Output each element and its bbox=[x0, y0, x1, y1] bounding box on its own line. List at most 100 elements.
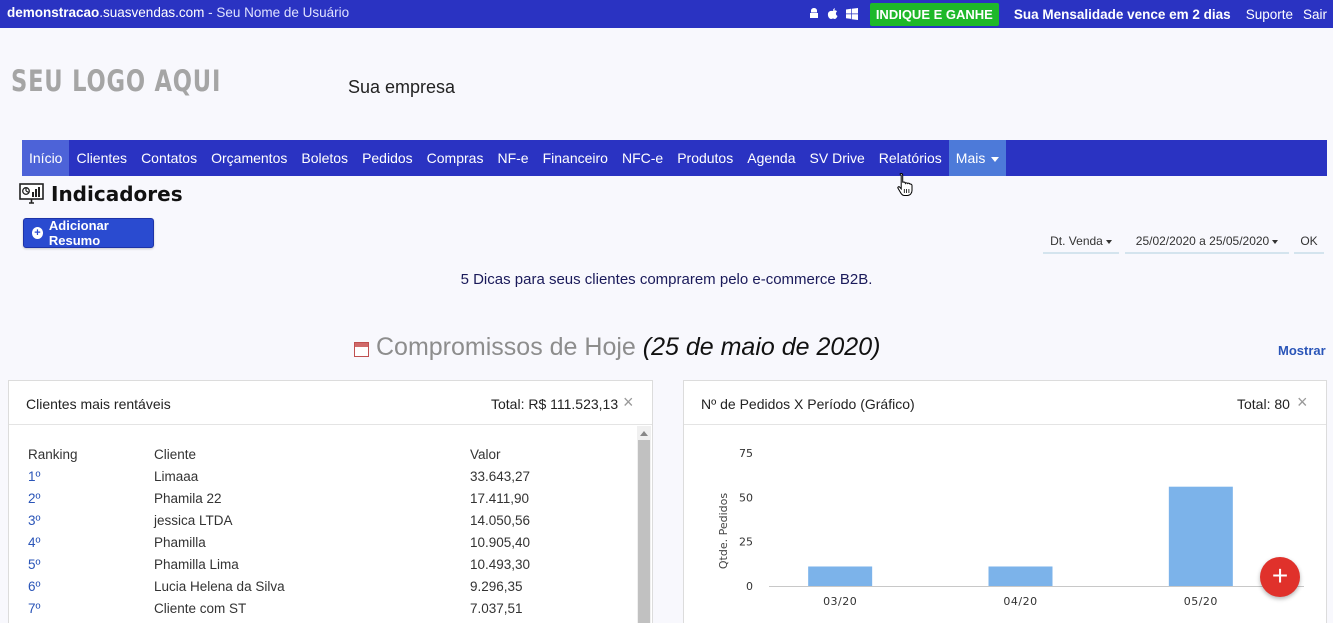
company-name: Sua empresa bbox=[348, 77, 456, 97]
client-value: 7.037,51 bbox=[470, 601, 523, 616]
scrollbar-thumb[interactable] bbox=[638, 440, 650, 623]
x-tick-label: 05/20 bbox=[1184, 595, 1218, 608]
client-value: 10.905,40 bbox=[470, 535, 531, 550]
column-header-ranking: Ranking bbox=[28, 447, 78, 462]
nav-item-mais-dropdown[interactable]: Mais bbox=[948, 140, 1007, 176]
rank-link[interactable]: 5º bbox=[28, 557, 40, 572]
panel-title: Nº de Pedidos X Período (Gráfico) bbox=[701, 396, 915, 412]
nav-item-clientes[interactable]: Clientes bbox=[69, 140, 134, 176]
y-tick-label: 25 bbox=[739, 536, 753, 549]
panel-total: Total: R$ 111.523,13 bbox=[491, 396, 619, 412]
panel-title: Clientes mais rentáveis bbox=[26, 396, 171, 412]
main-nav: Início Clientes Contatos Orçamentos Bole… bbox=[22, 140, 1327, 176]
tip-banner: 5 Dicas para seus clientes comprarem pel… bbox=[0, 271, 1333, 288]
date-type-label: Dt. Venda bbox=[1050, 234, 1103, 248]
nav-item-produtos[interactable]: Produtos bbox=[670, 140, 740, 176]
y-tick-label: 0 bbox=[746, 580, 753, 593]
calendar-icon bbox=[354, 342, 369, 357]
dashboard-monitor-icon bbox=[19, 183, 44, 204]
rank-link[interactable]: 3º bbox=[28, 513, 40, 528]
y-tick-label: 50 bbox=[739, 491, 753, 504]
bar bbox=[808, 566, 873, 586]
nav-item-agenda[interactable]: Agenda bbox=[740, 140, 802, 176]
android-icon[interactable] bbox=[808, 8, 820, 20]
compromissos-heading: Compromissos de Hoje (25 de maio de 2020… bbox=[354, 333, 880, 362]
nav-item-compras[interactable]: Compras bbox=[420, 140, 491, 176]
mensalidade-notice[interactable]: Sua Mensalidade vence em 2 dias bbox=[1014, 7, 1231, 22]
add-floating-button[interactable]: + bbox=[1260, 557, 1300, 597]
apple-icon[interactable] bbox=[827, 8, 839, 20]
pedidos-bar-chart: 0 25 50 75 Qtde. Pedidos 03/20 04/20 05/20 bbox=[717, 447, 1304, 608]
page-title: Indicadores bbox=[51, 182, 183, 206]
client-name: Phamilla bbox=[154, 535, 206, 550]
y-tick-label: 75 bbox=[739, 447, 753, 460]
indique-button[interactable]: INDIQUE E GANHE bbox=[869, 2, 999, 26]
date-range-label: 25/02/2020 a 25/05/2020 bbox=[1135, 234, 1270, 248]
rank-link[interactable]: 6º bbox=[28, 579, 40, 594]
client-name: jessica LTDA bbox=[154, 513, 233, 528]
column-header-valor: Valor bbox=[470, 447, 501, 462]
nav-item-orcamentos[interactable]: Orçamentos bbox=[204, 140, 294, 176]
nav-item-financeiro[interactable]: Financeiro bbox=[536, 140, 615, 176]
x-tick-label: 03/20 bbox=[823, 595, 857, 608]
sair-link[interactable]: Sair bbox=[1303, 7, 1327, 22]
caret-down-icon bbox=[1105, 239, 1112, 244]
client-value: 14.050,56 bbox=[470, 513, 531, 528]
panel-header: Nº de Pedidos X Período (Gráfico) Total:… bbox=[684, 381, 1326, 425]
top-bar-right: INDIQUE E GANHE Sua Mensalidade vence em… bbox=[808, 0, 1327, 28]
client-value: 9.296,35 bbox=[470, 579, 523, 594]
compromissos-label: Compromissos de Hoje bbox=[376, 333, 643, 361]
scroll-up-arrow-icon[interactable] bbox=[640, 431, 648, 436]
company-logo: SEU LOGO AQUI bbox=[11, 64, 222, 98]
date-type-dropdown[interactable]: Dt. Venda bbox=[1043, 229, 1119, 254]
clientes-panel: Clientes mais rentáveis Total: R$ 111.52… bbox=[8, 380, 653, 623]
rank-link[interactable]: 2º bbox=[28, 491, 40, 506]
mostrar-link[interactable]: Mostrar bbox=[1278, 343, 1326, 358]
user-name: - Seu Nome de Usuário bbox=[204, 5, 350, 20]
client-name: Cliente com ST bbox=[154, 601, 247, 616]
vertical-scrollbar[interactable] bbox=[637, 426, 651, 623]
nav-item-nfe[interactable]: NF-e bbox=[490, 140, 535, 176]
close-icon[interactable]: × bbox=[1297, 392, 1308, 413]
rank-link[interactable]: 4º bbox=[28, 535, 40, 550]
account-info: demonstracao.suasvendas.com - Seu Nome d… bbox=[7, 5, 349, 20]
windows-icon[interactable] bbox=[845, 8, 858, 20]
nav-item-pedidos[interactable]: Pedidos bbox=[355, 140, 420, 176]
client-name: Phamila 22 bbox=[154, 491, 222, 506]
nav-item-mais-label: Mais bbox=[955, 150, 986, 166]
nav-item-sv-drive[interactable]: SV Drive bbox=[803, 140, 872, 176]
x-tick-label: 04/20 bbox=[1003, 595, 1037, 608]
rank-link[interactable]: 7º bbox=[28, 601, 40, 616]
compromissos-date: (25 de maio de 2020) bbox=[642, 333, 881, 361]
tip-link[interactable]: 5 Dicas para seus clientes comprarem pel… bbox=[461, 271, 873, 288]
hand-cursor-icon bbox=[897, 172, 913, 196]
client-name: Limaaa bbox=[154, 469, 199, 484]
rank-link[interactable]: 1º bbox=[28, 469, 40, 484]
suporte-link[interactable]: Suporte bbox=[1246, 7, 1293, 22]
bar bbox=[1168, 486, 1233, 586]
top-bar: demonstracao.suasvendas.com - Seu Nome d… bbox=[0, 0, 1333, 28]
caret-down-icon bbox=[991, 156, 1000, 162]
domain-suffix: .suasvendas.com bbox=[99, 5, 205, 20]
nav-item-relatorios[interactable]: Relatórios bbox=[872, 140, 949, 176]
panel-total: Total: 80 bbox=[1237, 396, 1290, 412]
client-value: 33.643,27 bbox=[470, 469, 531, 484]
client-name: Phamilla Lima bbox=[154, 557, 239, 572]
client-value: 17.411,90 bbox=[470, 491, 530, 506]
nav-item-inicio[interactable]: Início bbox=[22, 140, 70, 176]
bar bbox=[988, 566, 1053, 586]
ok-button[interactable]: OK bbox=[1294, 229, 1324, 254]
caret-down-icon bbox=[1272, 239, 1279, 244]
close-icon[interactable]: × bbox=[623, 392, 634, 413]
column-header-cliente: Cliente bbox=[154, 447, 197, 462]
client-name: Lucia Helena da Silva bbox=[154, 579, 285, 594]
nav-item-nfce[interactable]: NFC-e bbox=[615, 140, 670, 176]
client-value: 10.493,30 bbox=[470, 557, 531, 572]
domain-name: demonstracao bbox=[7, 5, 100, 20]
panel-header: Clientes mais rentáveis Total: R$ 111.52… bbox=[9, 381, 652, 425]
y-axis-label: Qtde. Pedidos bbox=[717, 493, 730, 569]
date-range-dropdown[interactable]: 25/02/2020 a 25/05/2020 bbox=[1125, 229, 1289, 254]
pedidos-chart-panel: Nº de Pedidos X Período (Gráfico) Total:… bbox=[683, 380, 1327, 623]
nav-item-contatos[interactable]: Contatos bbox=[134, 140, 204, 176]
nav-item-boletos[interactable]: Boletos bbox=[294, 140, 355, 176]
